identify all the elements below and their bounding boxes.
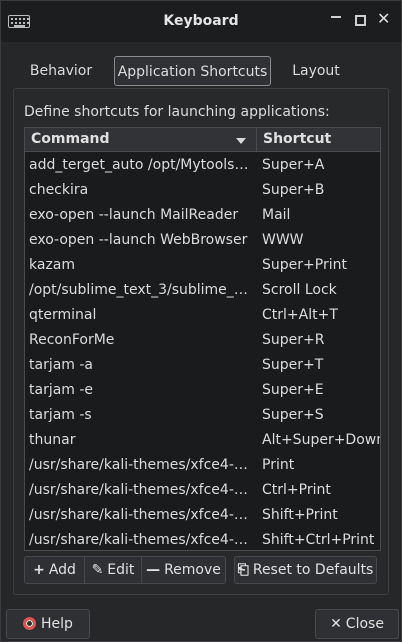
help-button[interactable]: Help [6, 609, 90, 639]
close-icon: ✕ [330, 616, 342, 632]
edit-label: Edit [107, 562, 135, 578]
table-row[interactable]: kazam Super+Print [25, 253, 380, 278]
shortcut-cell: Super+R [262, 332, 325, 348]
shortcut-cell: Mail [262, 207, 291, 223]
reset-icon: ⎗ [237, 562, 249, 578]
shortcut-cell: Scroll Lock [262, 282, 337, 298]
tab-bar: Behavior Application Shortcuts Layout [1, 54, 401, 88]
window-title: Keyboard [163, 13, 239, 29]
tab-application-shortcuts[interactable]: Application Shortcuts [114, 56, 271, 86]
close-window-icon[interactable]: ✕ [377, 10, 390, 28]
pencil-icon: ✎ [91, 562, 104, 578]
shortcut-cell: Shift+Ctrl+Print [262, 532, 375, 548]
titlebar[interactable]: Keyboard ✕ [1, 1, 401, 42]
command-cell: /usr/share/kali-themes/xfce4-sc… [29, 457, 253, 473]
action-bar: + Add ✎ Edit — Remove ⎗ Reset to Defaults [24, 556, 381, 586]
sort-descending-icon[interactable] [236, 138, 246, 144]
command-cell: tarjam -e [29, 382, 94, 398]
command-cell: exo-open --launch WebBrowser [29, 232, 248, 248]
table-row[interactable]: /usr/share/kali-themes/xfce4-sc… Print [25, 453, 380, 478]
column-header-shortcut[interactable]: Shortcut [263, 131, 331, 147]
table-body: add_terget_auto /opt/Mytools/bl… Super+A … [25, 153, 380, 550]
plus-icon: + [33, 562, 45, 578]
reset-label: Reset to Defaults [252, 562, 374, 578]
table-row[interactable]: add_terget_auto /opt/Mytools/bl… Super+A [25, 153, 380, 178]
shortcut-cell: Super+Print [262, 257, 347, 273]
command-cell: qterminal [29, 307, 97, 323]
command-cell: checkira [29, 182, 89, 198]
command-cell: /usr/share/kali-themes/xfce4-sc… [29, 532, 253, 548]
shortcut-cell: Alt+Super+Down [262, 432, 381, 448]
table-row[interactable]: /usr/share/kali-themes/xfce4-sc… Shift+Ct… [25, 528, 380, 550]
table-row[interactable]: checkira Super+B [25, 178, 380, 203]
add-button[interactable]: + Add [25, 557, 84, 583]
close-button[interactable]: ✕ Close [315, 609, 399, 639]
command-cell: kazam [29, 257, 76, 273]
reset-to-defaults-button[interactable]: ⎗ Reset to Defaults [234, 556, 377, 584]
minus-icon: — [146, 562, 161, 578]
edit-button-group: + Add ✎ Edit — Remove [24, 556, 226, 584]
command-cell: exo-open --launch MailReader [29, 207, 239, 223]
shortcut-cell: Super+A [262, 157, 325, 173]
maximize-icon[interactable] [355, 15, 366, 26]
remove-button[interactable]: — Remove [142, 557, 225, 583]
command-cell: tarjam -s [29, 407, 92, 423]
table-row[interactable]: qterminal Ctrl+Alt+T [25, 303, 380, 328]
command-cell: /usr/share/kali-themes/xfce4-sc… [29, 482, 253, 498]
edit-button[interactable]: ✎ Edit [85, 557, 141, 583]
shortcut-cell: Ctrl+Alt+T [262, 307, 338, 323]
table-row[interactable]: /usr/share/kali-themes/xfce4-sc… Ctrl+Pri… [25, 478, 380, 503]
add-label: Add [48, 562, 76, 578]
keyboard-window: Keyboard ✕ Behavior Application Shortcut… [0, 0, 402, 642]
command-cell: tarjam -a [29, 357, 94, 373]
shortcut-cell: Ctrl+Print [262, 482, 331, 498]
command-cell: thunar [29, 432, 76, 448]
column-divider[interactable] [256, 128, 257, 152]
panel-description: Define shortcuts for launching applicati… [24, 104, 330, 120]
table-row[interactable]: tarjam -e Super+E [25, 378, 380, 403]
column-header-command[interactable]: Command [31, 131, 110, 147]
shortcuts-table: Command Shortcut add_terget_auto /opt/My… [24, 127, 381, 551]
table-row[interactable]: exo-open --launch WebBrowser WWW [25, 228, 380, 253]
help-label: Help [41, 616, 73, 632]
command-cell: /usr/share/kali-themes/xfce4-sc… [29, 507, 253, 523]
shortcut-cell: Super+S [262, 407, 324, 423]
shortcut-cell: Print [262, 457, 295, 473]
table-row[interactable]: tarjam -a Super+T [25, 353, 380, 378]
command-cell: /opt/sublime_text_3/sublime_te… [29, 282, 253, 298]
minimize-icon[interactable] [331, 16, 341, 18]
table-row[interactable]: /opt/sublime_text_3/sublime_te… Scroll Lo… [25, 278, 380, 303]
command-cell: ReconForMe [29, 332, 115, 348]
remove-label: Remove [164, 562, 221, 578]
table-header: Command Shortcut [25, 128, 380, 152]
close-label: Close [345, 616, 384, 632]
shortcut-cell: Super+B [262, 182, 325, 198]
help-icon [23, 617, 37, 630]
tab-layout[interactable]: Layout [285, 56, 347, 86]
table-row[interactable]: /usr/share/kali-themes/xfce4-sc… Shift+Pr… [25, 503, 380, 528]
shortcut-cell: Super+T [262, 357, 324, 373]
table-row[interactable]: exo-open --launch MailReader Mail [25, 203, 380, 228]
table-row[interactable]: tarjam -s Super+S [25, 403, 380, 428]
shortcut-cell: WWW [262, 232, 304, 248]
shortcut-cell: Super+E [262, 382, 324, 398]
command-cell: add_terget_auto /opt/Mytools/bl… [29, 157, 253, 173]
tab-behavior[interactable]: Behavior [21, 56, 101, 86]
table-row[interactable]: thunar Alt+Super+Down [25, 428, 380, 453]
shortcut-cell: Shift+Print [262, 507, 338, 523]
table-row[interactable]: ReconForMe Super+R [25, 328, 380, 353]
